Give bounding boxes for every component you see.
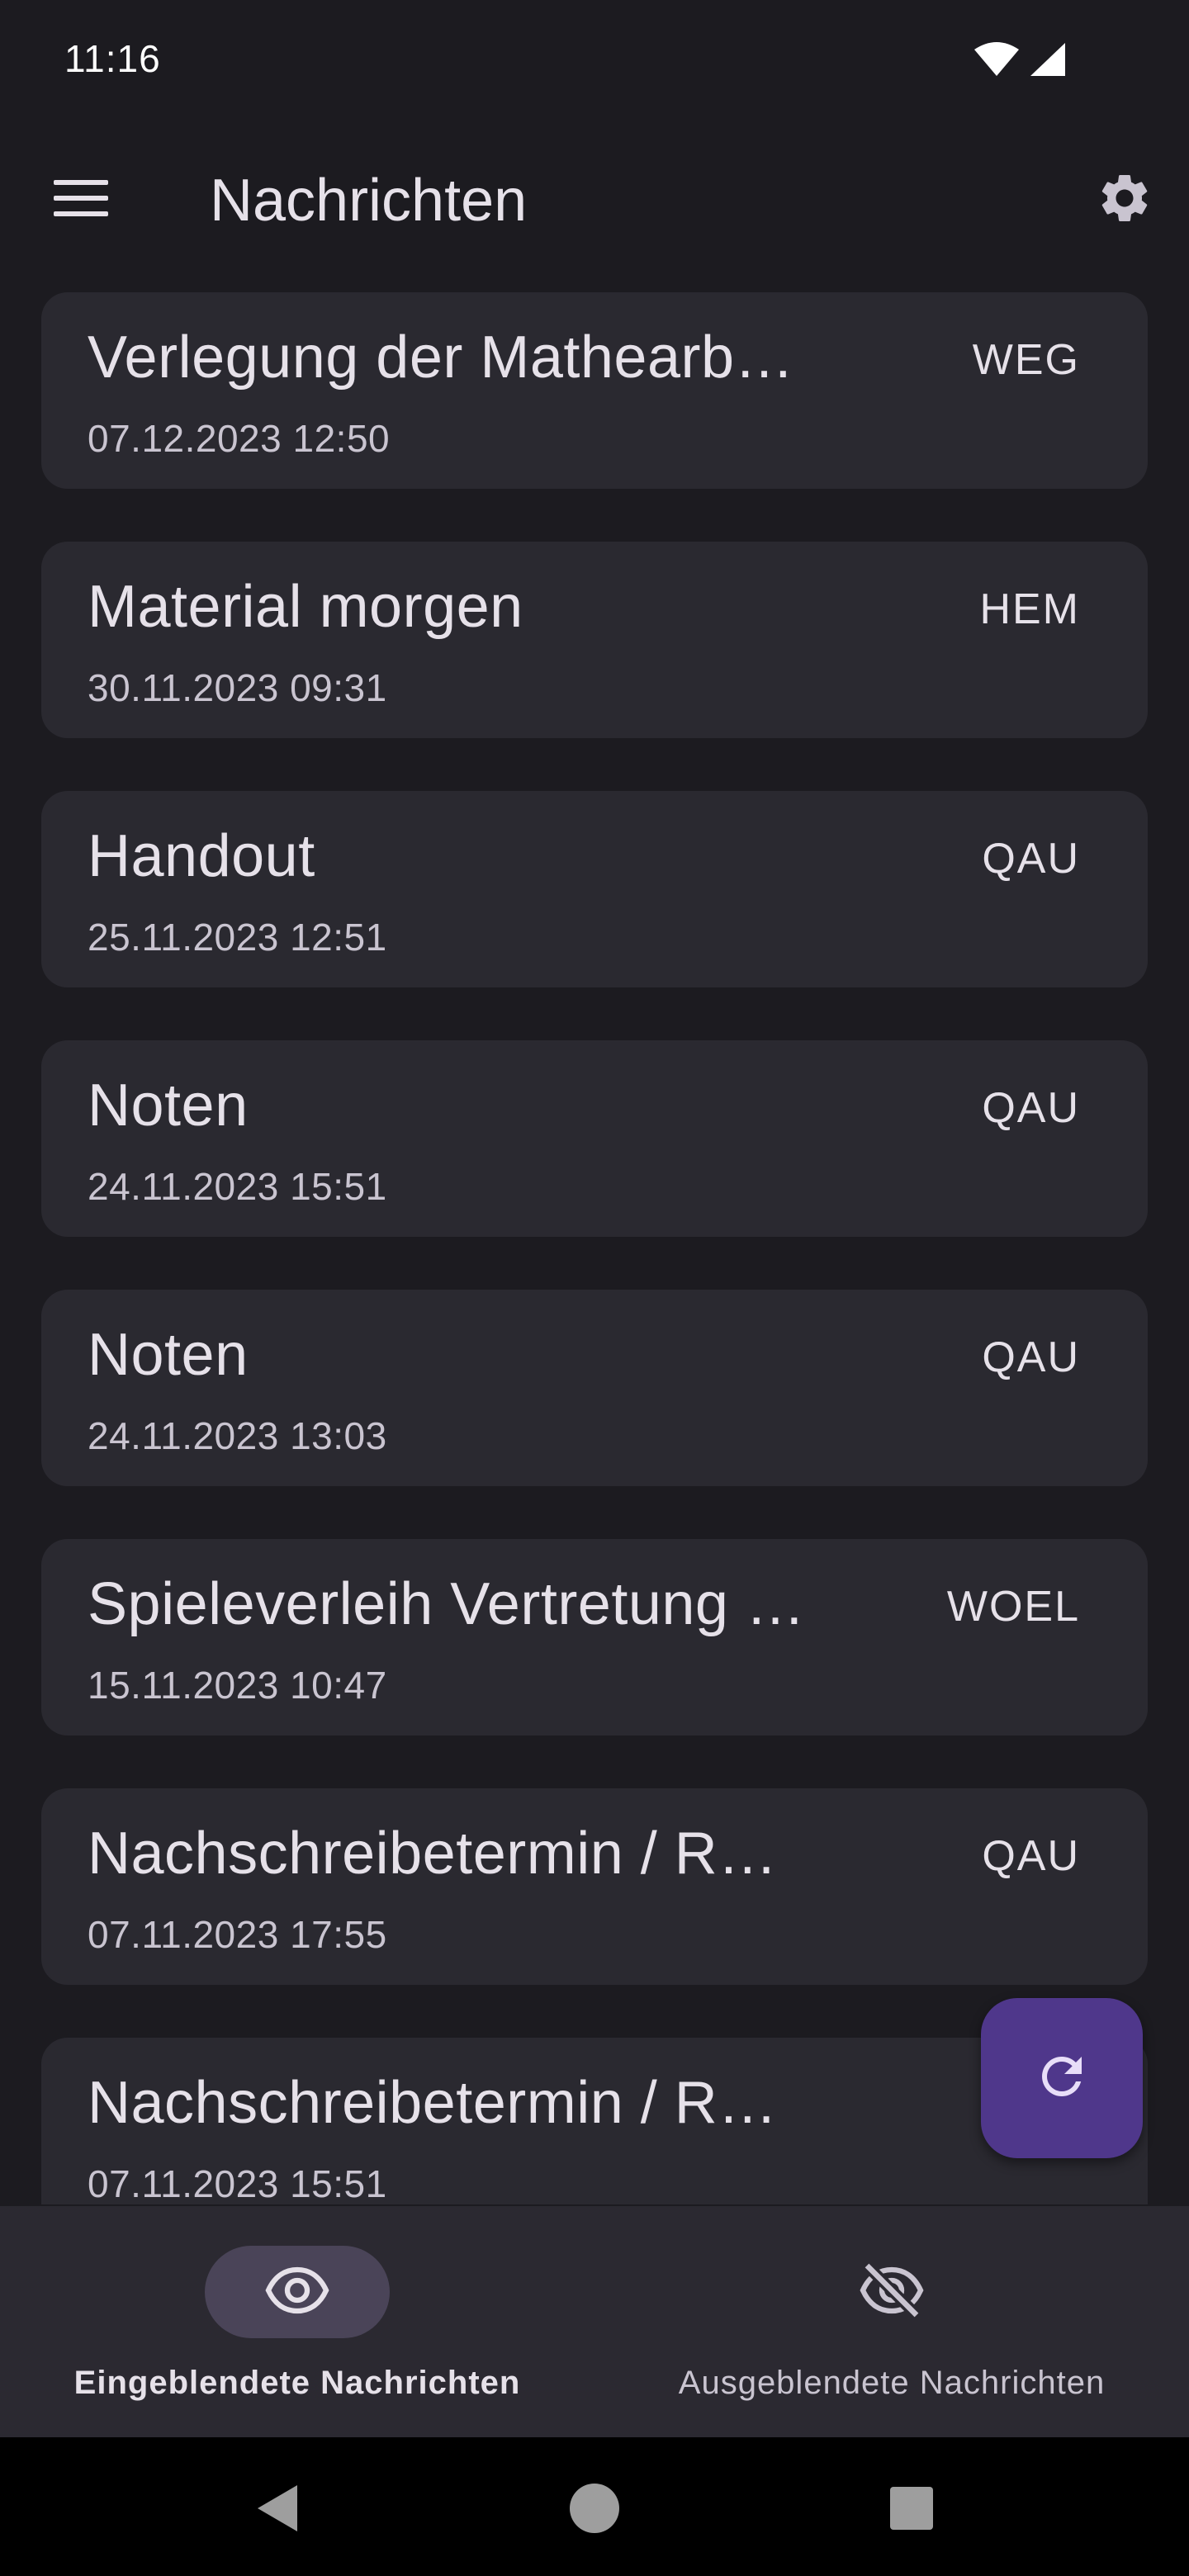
message-date: 25.11.2023 12:51 xyxy=(88,916,387,959)
recents-icon[interactable] xyxy=(885,2482,938,2535)
message-card[interactable]: Verlegung der Mathearb… 07.12.2023 12:50… xyxy=(41,292,1148,489)
refresh-button[interactable] xyxy=(981,1998,1143,2158)
message-card[interactable]: Handout 25.11.2023 12:51 QAU xyxy=(41,791,1148,987)
eye-icon xyxy=(264,2257,330,2327)
page-title: Nachrichten xyxy=(210,168,528,234)
message-title: Noten xyxy=(88,1073,249,1139)
wifi-icon xyxy=(973,41,1021,82)
screen: 11:16 Nachrichten Verlegung der Mathearb… xyxy=(0,0,1189,2576)
message-title: Nachschreibetermin / R… xyxy=(88,1821,778,1887)
message-title: Verlegung der Mathearb… xyxy=(88,324,795,391)
message-date: 24.11.2023 13:03 xyxy=(88,1414,387,1457)
message-title: Material morgen xyxy=(88,574,523,640)
nav-active-indicator xyxy=(205,2246,390,2338)
message-sender: WOEL xyxy=(946,1583,1080,1631)
message-date: 24.11.2023 15:51 xyxy=(88,1165,387,1208)
message-date: 30.11.2023 09:31 xyxy=(88,666,387,709)
message-list[interactable]: Verlegung der Mathearb… 07.12.2023 12:50… xyxy=(41,292,1148,2204)
back-icon[interactable] xyxy=(251,2482,304,2535)
refresh-icon xyxy=(1032,2047,1092,2110)
status-time: 11:16 xyxy=(64,37,161,80)
status-bar: 11:16 xyxy=(0,0,1189,124)
message-card[interactable]: Noten 24.11.2023 13:03 QAU xyxy=(41,1290,1148,1486)
cellular-signal-icon xyxy=(1029,41,1067,82)
message-sender: QAU xyxy=(982,1832,1080,1880)
message-sender: HEM xyxy=(979,585,1080,633)
message-sender: QAU xyxy=(982,1333,1080,1381)
status-icons xyxy=(973,41,1067,82)
tab-ausgeblendete-nachrichten[interactable]: Ausgeblendete Nachrichten xyxy=(594,2206,1189,2437)
app-bar: Nachrichten xyxy=(0,149,1189,248)
message-date: 07.11.2023 15:51 xyxy=(88,2162,387,2204)
system-navigation-bar xyxy=(0,2437,1189,2576)
message-card[interactable]: Noten 24.11.2023 15:51 QAU xyxy=(41,1040,1148,1237)
message-title: Spieleverleih Vertretung … xyxy=(88,1571,806,1637)
message-card[interactable]: Nachschreibetermin / R… 07.11.2023 17:55… xyxy=(41,1788,1148,1985)
message-date: 15.11.2023 10:47 xyxy=(88,1664,387,1707)
nav-indicator xyxy=(799,2246,984,2338)
message-title: Noten xyxy=(88,1322,249,1388)
eye-off-icon xyxy=(859,2257,925,2327)
message-date: 07.12.2023 12:50 xyxy=(88,417,391,460)
message-card[interactable]: Material morgen 30.11.2023 09:31 HEM xyxy=(41,542,1148,738)
message-title: Nachschreibetermin / R… xyxy=(88,2070,778,2136)
message-card[interactable]: Spieleverleih Vertretung … 15.11.2023 10… xyxy=(41,1539,1148,1735)
message-sender: QAU xyxy=(982,1084,1080,1132)
message-sender: QAU xyxy=(982,835,1080,883)
bottom-navigation: Eingeblendete Nachrichten Ausgeblendete … xyxy=(0,2206,1189,2437)
nav-label: Ausgeblendete Nachrichten xyxy=(678,2365,1106,2401)
tab-eingeblendete-nachrichten[interactable]: Eingeblendete Nachrichten xyxy=(0,2206,594,2437)
message-sender: WEG xyxy=(972,336,1080,384)
nav-label: Eingeblendete Nachrichten xyxy=(73,2365,521,2401)
home-icon[interactable] xyxy=(568,2482,621,2535)
message-title: Handout xyxy=(88,823,315,889)
message-date: 07.11.2023 17:55 xyxy=(88,1913,387,1956)
gear-icon[interactable] xyxy=(1093,167,1156,230)
hamburger-menu-icon[interactable] xyxy=(46,173,116,223)
